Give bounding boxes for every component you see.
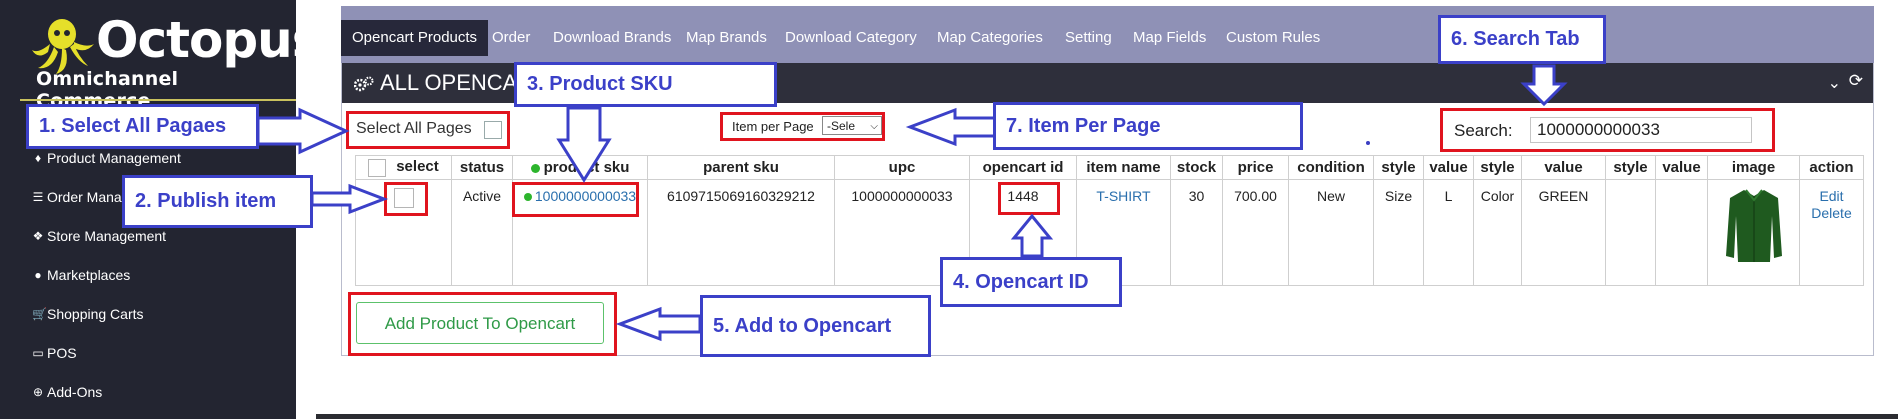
arrow-6-icon [1520, 64, 1568, 107]
arrow-1-icon [256, 107, 350, 155]
arrow-7-icon [905, 107, 997, 147]
annotation-opencart-id: 4. Opencart ID [940, 257, 1122, 307]
arrow-4-icon [1010, 213, 1054, 258]
arrow-3-icon [556, 106, 612, 183]
arrow-5-icon [615, 306, 702, 342]
annotation-select-all: 1. Select All Pagaes [26, 104, 259, 149]
annotation-add-to-opencart: 5. Add to Opencart [700, 295, 931, 357]
annotation-item-per-page: 7. Item Per Page [993, 102, 1303, 150]
arrow-2-icon [310, 183, 389, 215]
annotation-product-sku: 3. Product SKU [514, 62, 777, 107]
annotation-search-tab: 6. Search Tab [1438, 15, 1606, 64]
annotation-publish-item: 2. Publish item [122, 175, 313, 228]
